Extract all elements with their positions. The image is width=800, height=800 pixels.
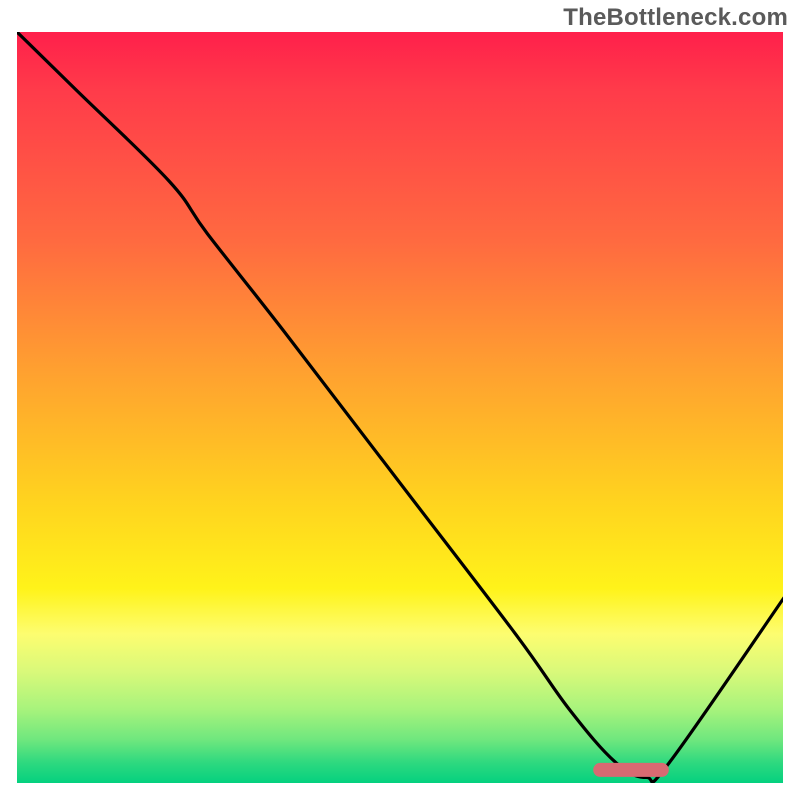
plot-area [15,30,785,785]
watermark-text: TheBottleneck.com [563,4,788,32]
bottleneck-curve-line [15,30,785,782]
chart-overlay [15,30,785,785]
chart-container: TheBottleneck.com [0,0,800,800]
